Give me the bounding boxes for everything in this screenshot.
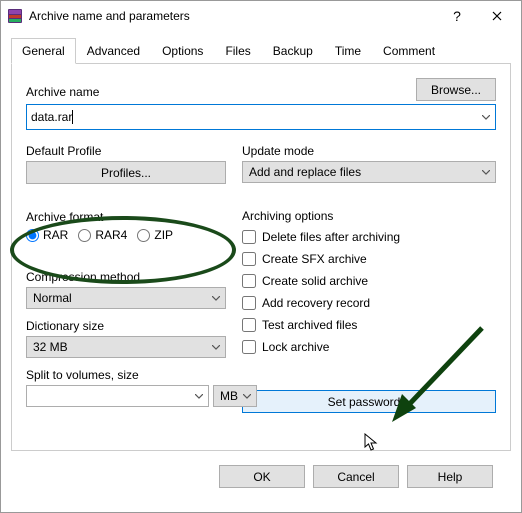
radio-input-rar[interactable] xyxy=(26,229,39,242)
tab-panel-general: Archive name Browse... data.rar xyxy=(11,64,511,451)
set-password-button[interactable]: Set password... xyxy=(242,390,496,413)
chevron-down-icon xyxy=(477,167,495,178)
cursor-icon xyxy=(364,433,380,453)
dictionary-select[interactable]: 32 MB xyxy=(26,336,226,358)
checkbox-3[interactable] xyxy=(242,296,256,310)
profiles-button[interactable]: Profiles... xyxy=(26,161,226,184)
compression-select[interactable]: Normal xyxy=(26,287,226,309)
radio-input-zip[interactable] xyxy=(137,229,150,242)
window-title: Archive name and parameters xyxy=(29,9,437,23)
radio-rar4[interactable]: RAR4 xyxy=(78,228,127,242)
compression-label: Compression method xyxy=(26,270,226,284)
archive-name-input[interactable]: data.rar xyxy=(26,104,496,130)
titlebar-help-button[interactable]: ? xyxy=(437,2,477,30)
split-size-input[interactable] xyxy=(26,385,209,407)
tab-general[interactable]: General xyxy=(11,38,76,64)
tab-files[interactable]: Files xyxy=(214,38,261,64)
split-unit-select[interactable]: MB xyxy=(213,385,257,407)
option-4[interactable]: Test archived files xyxy=(242,314,496,336)
archiving-options-group: Delete files after archivingCreate SFX a… xyxy=(242,226,496,358)
archive-format-group: RAR RAR4 ZIP xyxy=(26,228,226,242)
radio-zip[interactable]: ZIP xyxy=(137,228,173,242)
app-icon xyxy=(7,8,23,24)
chevron-down-icon[interactable] xyxy=(477,115,495,120)
option-3[interactable]: Add recovery record xyxy=(242,292,496,314)
tab-backup[interactable]: Backup xyxy=(262,38,324,64)
ok-button[interactable]: OK xyxy=(219,465,305,488)
update-mode-select[interactable]: Add and replace files xyxy=(242,161,496,183)
checkbox-4[interactable] xyxy=(242,318,256,332)
archive-name-value: data.rar xyxy=(31,110,72,124)
browse-button[interactable]: Browse... xyxy=(416,78,496,101)
option-2[interactable]: Create solid archive xyxy=(242,270,496,292)
update-mode-label: Update mode xyxy=(242,144,496,158)
dialog-window: Archive name and parameters ? GeneralAdv… xyxy=(0,0,522,513)
cancel-button[interactable]: Cancel xyxy=(313,465,399,488)
tab-comment[interactable]: Comment xyxy=(372,38,446,64)
tab-advanced[interactable]: Advanced xyxy=(76,38,151,64)
radio-input-rar4[interactable] xyxy=(78,229,91,242)
radio-rar[interactable]: RAR xyxy=(26,228,68,242)
tab-bar: GeneralAdvancedOptionsFilesBackupTimeCom… xyxy=(11,37,511,64)
chevron-down-icon xyxy=(207,342,225,353)
dictionary-label: Dictionary size xyxy=(26,319,226,333)
titlebar: Archive name and parameters ? xyxy=(1,1,521,31)
archive-format-label: Archive format xyxy=(26,210,226,224)
tab-time[interactable]: Time xyxy=(324,38,372,64)
tab-options[interactable]: Options xyxy=(151,38,214,64)
archive-name-label: Archive name xyxy=(26,85,400,99)
chevron-down-icon xyxy=(207,293,225,304)
option-5[interactable]: Lock archive xyxy=(242,336,496,358)
help-button[interactable]: Help xyxy=(407,465,493,488)
option-0[interactable]: Delete files after archiving xyxy=(242,226,496,248)
checkbox-0[interactable] xyxy=(242,230,256,244)
default-profile-label: Default Profile xyxy=(26,144,226,158)
checkbox-2[interactable] xyxy=(242,274,256,288)
chevron-down-icon xyxy=(238,391,256,402)
split-label: Split to volumes, size xyxy=(26,368,226,382)
checkbox-5[interactable] xyxy=(242,340,256,354)
checkbox-1[interactable] xyxy=(242,252,256,266)
archiving-options-label: Archiving options xyxy=(242,209,496,223)
split-size-field[interactable] xyxy=(27,387,190,405)
chevron-down-icon[interactable] xyxy=(190,394,208,399)
option-1[interactable]: Create SFX archive xyxy=(242,248,496,270)
titlebar-close-button[interactable] xyxy=(477,2,517,30)
dialog-footer: OK Cancel Help xyxy=(11,451,511,488)
